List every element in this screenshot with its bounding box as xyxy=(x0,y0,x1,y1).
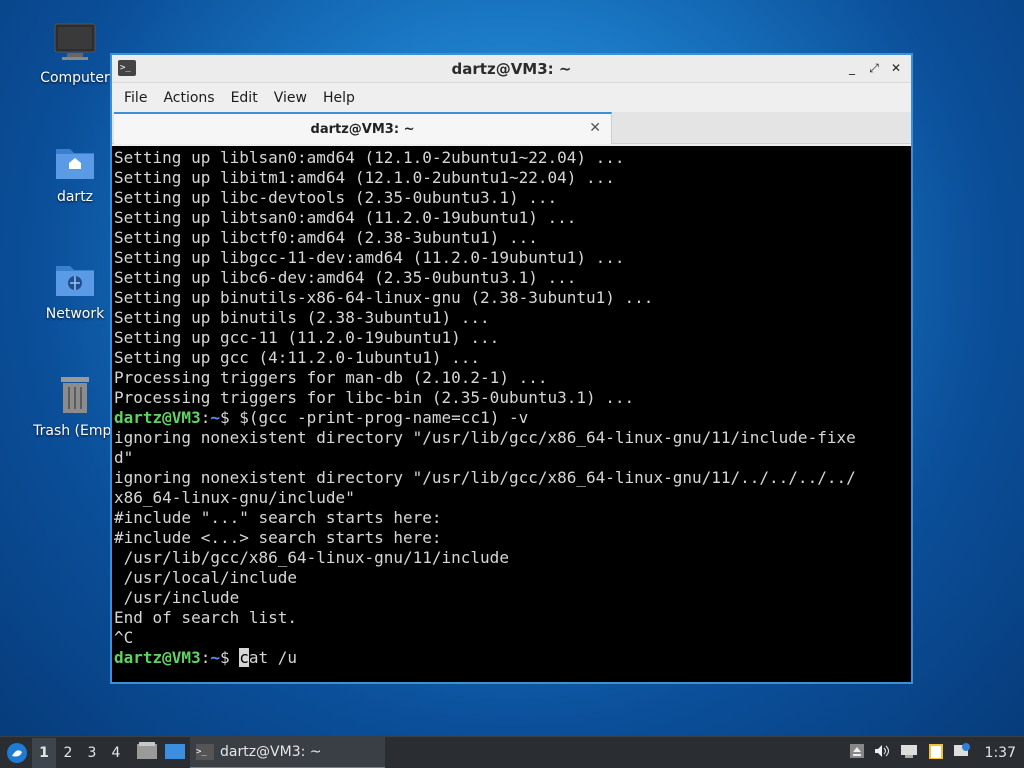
prompt-line-current[interactable]: dartz@VM3:~$ cat /u xyxy=(114,648,909,668)
minimize-button[interactable]: _ xyxy=(843,59,861,77)
desktop-icon-label: Computer xyxy=(40,70,110,86)
workspace-2[interactable]: 2 xyxy=(56,738,80,768)
lubuntu-logo-icon xyxy=(7,742,27,763)
command-text: $(gcc -print-prog-name=cc1) -v xyxy=(239,408,529,427)
prompt-dollar: $ xyxy=(219,648,240,667)
prompt-line: dartz@VM3:~$ $(gcc -print-prog-name=cc1)… xyxy=(114,408,909,428)
current-input: at /u xyxy=(248,648,298,667)
terminal-line: ^C xyxy=(114,628,134,647)
terminal-line: Setting up gcc-11 (11.2.0-19ubuntu1) ... xyxy=(114,328,500,347)
terminal-window: >_ dartz@VM3: ~ _ ⤢ ✕ File Actions Edit … xyxy=(110,53,913,684)
close-button[interactable]: ✕ xyxy=(887,59,905,77)
terminal-task-icon: >_ xyxy=(196,744,214,760)
window-title: dartz@VM3: ~ xyxy=(451,59,572,78)
taskbar: 1 2 3 4 >_ dartz@VM3: ~ 1:37 xyxy=(0,736,1024,768)
workspace-1[interactable]: 1 xyxy=(32,737,56,768)
terminal-line: x86_64-linux-gnu/include" xyxy=(114,488,355,507)
prompt-colon: : xyxy=(200,408,211,427)
terminal-line: Setting up libtsan0:amd64 (11.2.0-19ubun… xyxy=(114,208,577,227)
terminal-line: Setting up libc6-dev:amd64 (2.35-0ubuntu… xyxy=(114,268,577,287)
prompt-user: dartz@VM3 xyxy=(114,408,201,427)
terminal-line: /usr/include xyxy=(114,588,240,607)
terminal-line: End of search list. xyxy=(114,608,298,627)
terminal-line: Setting up liblsan0:amd64 (12.1.0-2ubunt… xyxy=(114,148,625,167)
terminal-line: Setting up gcc (4:11.2.0-1ubuntu1) ... xyxy=(114,348,481,367)
menu-view[interactable]: View xyxy=(266,90,315,106)
tab-bar: dartz@VM3: ~ ✕ xyxy=(112,112,911,144)
prompt-colon: : xyxy=(200,648,211,667)
window-titlebar[interactable]: >_ dartz@VM3: ~ _ ⤢ ✕ xyxy=(112,55,911,83)
file-manager-icon[interactable] xyxy=(164,741,186,765)
menu-edit[interactable]: Edit xyxy=(223,90,266,106)
prompt-path: ~ xyxy=(210,408,220,427)
menu-help[interactable]: Help xyxy=(315,90,363,106)
notification-icon[interactable] xyxy=(953,742,971,764)
workspace-4[interactable]: 4 xyxy=(104,738,128,768)
terminal-app-icon: >_ xyxy=(118,60,136,76)
terminal-line: ignoring nonexistent directory "/usr/lib… xyxy=(114,428,856,447)
terminal-line: Setting up libitm1:amd64 (12.1.0-2ubuntu… xyxy=(114,168,615,187)
terminal-line: #include <...> search starts here: xyxy=(114,528,442,547)
desktop-icon-label: Network xyxy=(45,306,105,322)
prompt-dollar: $ xyxy=(219,408,240,427)
terminal-line: Processing triggers for man-db (2.10.2-1… xyxy=(114,368,548,387)
eject-icon[interactable] xyxy=(849,743,865,763)
tab-close-icon[interactable]: ✕ xyxy=(589,120,601,136)
taskbar-item-label: dartz@VM3: ~ xyxy=(220,744,322,760)
prompt-path: ~ xyxy=(210,648,220,667)
tab-label: dartz@VM3: ~ xyxy=(310,121,415,137)
show-desktop-icon[interactable] xyxy=(136,741,158,765)
menu-actions[interactable]: Actions xyxy=(155,90,222,106)
tab-terminal[interactable]: dartz@VM3: ~ ✕ xyxy=(114,112,612,144)
clock[interactable]: 1:37 xyxy=(985,745,1016,761)
menubar: File Actions Edit View Help xyxy=(112,83,911,112)
volume-icon[interactable] xyxy=(873,743,891,763)
menu-file[interactable]: File xyxy=(116,90,155,106)
text-cursor: c xyxy=(239,648,249,667)
terminal-line: Setting up libctf0:amd64 (2.38-3ubuntu1)… xyxy=(114,228,538,247)
taskbar-item-terminal[interactable]: >_ dartz@VM3: ~ xyxy=(190,737,385,768)
terminal-line: /usr/local/include xyxy=(114,568,298,587)
prompt-user: dartz@VM3 xyxy=(114,648,201,667)
desktop-icon-label: dartz xyxy=(56,189,94,205)
start-menu-button[interactable] xyxy=(2,738,32,768)
maximize-button[interactable]: ⤢ xyxy=(865,59,883,77)
terminal-line: d" xyxy=(114,448,134,467)
terminal-line: /usr/lib/gcc/x86_64-linux-gnu/11/include xyxy=(114,548,509,567)
terminal-line: Processing triggers for libc-bin (2.35-0… xyxy=(114,388,635,407)
clipboard-icon[interactable] xyxy=(927,742,945,764)
terminal-line: Setting up binutils-x86-64-linux-gnu (2.… xyxy=(114,288,654,307)
system-tray: 1:37 xyxy=(849,737,1024,768)
terminal-line: Setting up binutils (2.38-3ubuntu1) ... xyxy=(114,308,490,327)
terminal-line: Setting up libgcc-11-dev:amd64 (11.2.0-1… xyxy=(114,248,625,267)
terminal-output[interactable]: Setting up liblsan0:amd64 (12.1.0-2ubunt… xyxy=(112,146,911,682)
desktop-icon-label: Trash (Empt xyxy=(33,423,117,439)
network-status-icon[interactable] xyxy=(899,743,919,763)
workspace-3[interactable]: 3 xyxy=(80,738,104,768)
terminal-line: #include "..." search starts here: xyxy=(114,508,442,527)
terminal-line: Setting up libc-devtools (2.35-0ubuntu3.… xyxy=(114,188,558,207)
terminal-line: ignoring nonexistent directory "/usr/lib… xyxy=(114,468,856,487)
